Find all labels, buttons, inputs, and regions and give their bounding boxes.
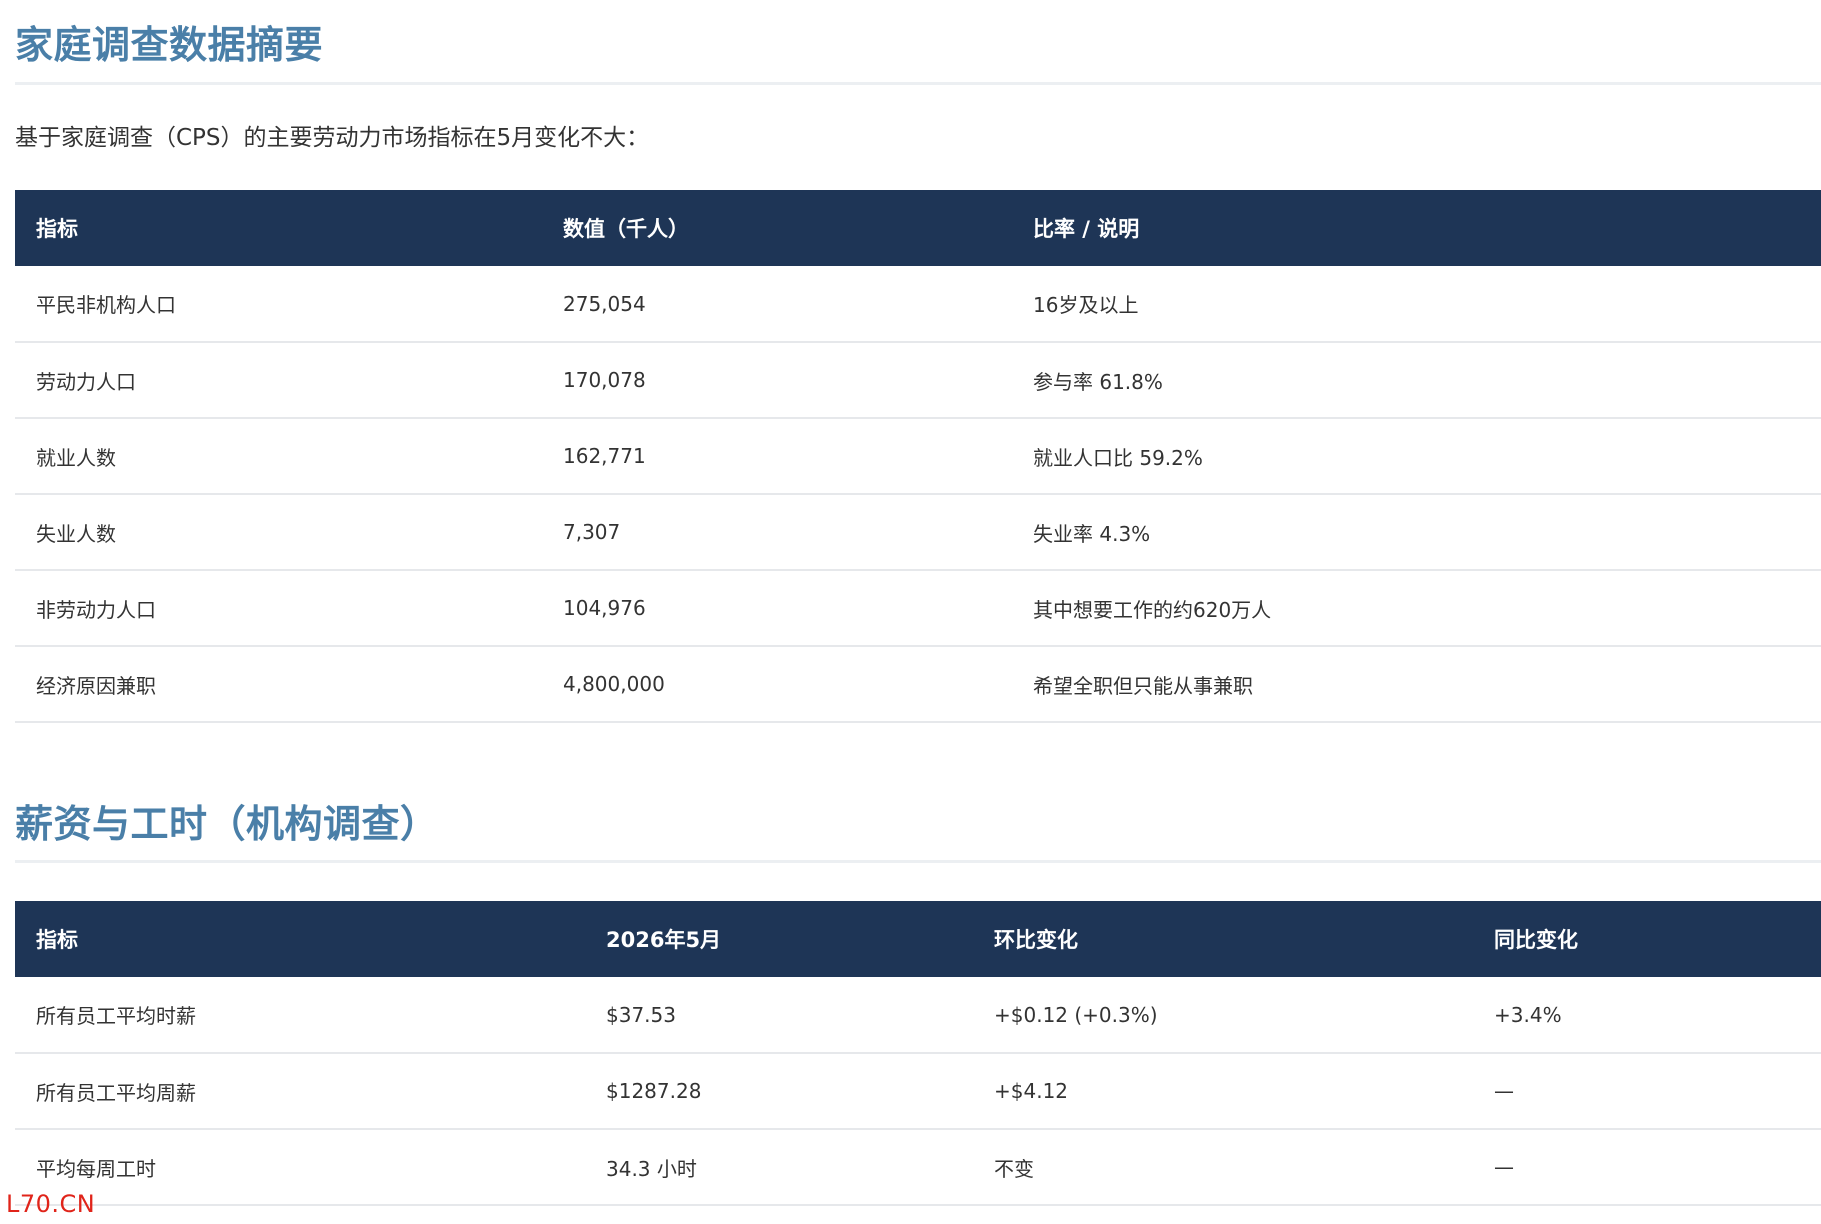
table-cell: $37.53 bbox=[606, 1002, 676, 1027]
table-cell: 经济原因兼职 bbox=[36, 673, 156, 698]
table-cell: — bbox=[1494, 1079, 1514, 1103]
table-cell: 275,054 bbox=[563, 291, 646, 316]
table-row: 非劳动力人口 104,976 其中想要工作的约620万人 bbox=[15, 570, 1821, 646]
table-cell: 其中想要工作的约620万人 bbox=[1033, 597, 1272, 622]
table-cell: 平均每周工时 bbox=[36, 1156, 156, 1181]
table-row: 就业人数 162,771 就业人口比 59.2% bbox=[15, 418, 1821, 494]
table-cell: 希望全职但只能从事兼职 bbox=[1033, 673, 1253, 698]
table-cell: 104,976 bbox=[563, 596, 646, 620]
table-cell: 非劳动力人口 bbox=[36, 597, 156, 622]
table-cell: 平民非机构人口 bbox=[36, 293, 176, 317]
watermark-logo: L70.CN bbox=[6, 1190, 96, 1218]
table-cell: 170,078 bbox=[563, 368, 646, 392]
table-row: 经济原因兼职 4,800,000 希望全职但只能从事兼职 bbox=[15, 646, 1821, 722]
table-cell: +3.4% bbox=[1494, 1002, 1562, 1027]
table-cell: 失业率 4.3% bbox=[1033, 521, 1151, 546]
table-cell: 就业人口比 59.2% bbox=[1033, 445, 1203, 470]
table-cell: 所有员工平均时薪 bbox=[36, 1004, 196, 1028]
household-table: 指标 数值（千人） 比率 / 说明 平民非机构人口 275,054 16岁及以上… bbox=[15, 190, 1821, 723]
column-header: 指标 bbox=[36, 217, 78, 241]
table-cell: 劳动力人口 bbox=[36, 369, 136, 394]
wages-table: 指标 2026年5月 环比变化 同比变化 所有员工平均时薪 $37.53 +$0… bbox=[15, 901, 1821, 1206]
table-row: 所有员工平均周薪 $1287.28 +$4.12 — bbox=[15, 1053, 1821, 1129]
table-row: 平均每周工时 34.3 小时 不变 — bbox=[15, 1129, 1821, 1205]
table-row: 平民非机构人口 275,054 16岁及以上 bbox=[15, 266, 1821, 342]
table-cell: 16岁及以上 bbox=[1033, 293, 1139, 317]
column-header: 2026年5月 bbox=[606, 928, 722, 952]
table-cell: 4,800,000 bbox=[563, 672, 665, 696]
table-cell: 就业人数 bbox=[36, 445, 116, 470]
table-cell: +$4.12 bbox=[994, 1079, 1069, 1103]
table-cell: — bbox=[1494, 1155, 1514, 1179]
column-header: 同比变化 bbox=[1494, 928, 1578, 952]
table-cell: 7,307 bbox=[563, 520, 621, 544]
table-row: 所有员工平均时薪 $37.53 +$0.12 (+0.3%) +3.4% bbox=[15, 977, 1821, 1053]
table-cell: 参与率 61.8% bbox=[1033, 369, 1163, 394]
table-header-row: 指标 2026年5月 环比变化 同比变化 bbox=[15, 901, 1821, 977]
table-cell: +$0.12 (+0.3%) bbox=[994, 1002, 1158, 1027]
table-cell: 34.3 小时 bbox=[606, 1156, 697, 1181]
table-cell: 不变 bbox=[994, 1156, 1034, 1181]
table-cell: 162,771 bbox=[563, 444, 646, 468]
table-cell: $1287.28 bbox=[606, 1079, 702, 1103]
household-intro: 基于家庭调查（CPS）的主要劳动力市场指标在5月变化不大： bbox=[15, 125, 650, 151]
column-header: 比率 / 说明 bbox=[1033, 217, 1140, 241]
divider bbox=[15, 860, 1821, 863]
column-header: 环比变化 bbox=[994, 928, 1078, 952]
table-row: 劳动力人口 170,078 参与率 61.8% bbox=[15, 342, 1821, 418]
household-section-title: 家庭调查数据摘要 bbox=[15, 23, 324, 67]
wages-section-title: 薪资与工时（机构调查） bbox=[15, 802, 439, 846]
table-header-row: 指标 数值（千人） 比率 / 说明 bbox=[15, 190, 1821, 266]
divider bbox=[15, 82, 1821, 85]
table-row: 失业人数 7,307 失业率 4.3% bbox=[15, 494, 1821, 570]
table-cell: 所有员工平均周薪 bbox=[36, 1080, 196, 1105]
column-header: 指标 bbox=[36, 928, 78, 952]
table-cell: 失业人数 bbox=[36, 521, 116, 546]
column-header: 数值（千人） bbox=[563, 217, 689, 241]
